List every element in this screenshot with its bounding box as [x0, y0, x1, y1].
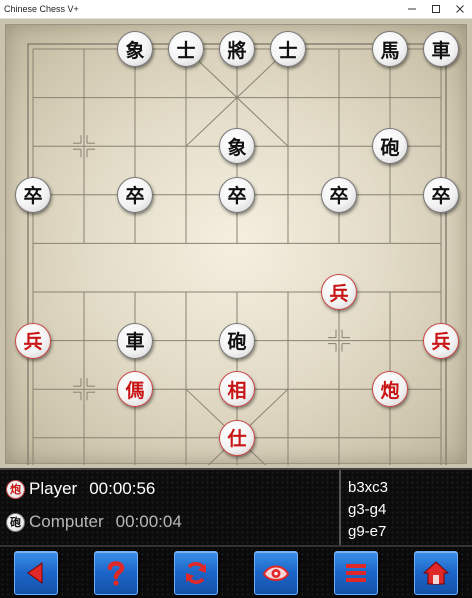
black-piece[interactable]: 將	[219, 31, 255, 67]
rotate-board-button[interactable]	[174, 550, 218, 595]
red-piece[interactable]: 兵	[15, 322, 51, 359]
menu-icon	[346, 563, 366, 582]
board-frame: 象士將士馬車象砲卒卒卒卒卒兵兵車砲兵傌相炮仕俥帥仕相傌俥	[0, 19, 472, 505]
red-piece[interactable]: 相	[219, 371, 255, 408]
menu-button[interactable]	[334, 550, 378, 595]
back-button[interactable]	[14, 550, 58, 595]
home-icon	[422, 560, 450, 584]
black-piece[interactable]: 士	[168, 31, 204, 67]
black-piece[interactable]: 馬	[372, 31, 408, 67]
player-row: 炮 Player 00:00:56	[6, 479, 155, 499]
maximize-icon[interactable]	[424, 0, 448, 19]
window-title: Chinese Chess V+	[4, 4, 79, 14]
black-piece[interactable]: 卒	[219, 176, 255, 213]
black-piece[interactable]: 砲	[219, 322, 255, 359]
black-piece[interactable]: 車	[423, 31, 459, 67]
red-piece[interactable]: 兵	[321, 274, 357, 310]
computer-timer: 00:00:04	[115, 512, 182, 531]
view-button[interactable]	[254, 550, 298, 595]
player-timer: 00:00:56	[89, 479, 156, 498]
rotate-icon	[186, 561, 206, 584]
red-piece[interactable]: 傌	[117, 371, 153, 408]
red-piece[interactable]: 炮	[372, 371, 408, 408]
black-piece[interactable]: 砲	[372, 128, 408, 165]
player-piece-icon: 炮	[6, 479, 25, 499]
computer-name: Computer	[29, 512, 104, 531]
computer-piece-icon: 砲	[6, 512, 25, 532]
move-item[interactable]: b3xc3	[348, 477, 472, 499]
eye-icon	[262, 565, 290, 581]
minimize-icon[interactable]	[400, 0, 424, 19]
move-list[interactable]: b3xc3 g3-g4 g9-e7	[339, 470, 472, 545]
home-button[interactable]	[414, 550, 458, 595]
move-item[interactable]: g9-e7	[348, 521, 472, 543]
info-panel: 炮 Player 00:00:56 砲 Computer 00:00:04 b3…	[0, 468, 472, 545]
red-piece[interactable]: 兵	[423, 322, 459, 359]
black-piece[interactable]: 車	[117, 322, 153, 359]
red-piece[interactable]: 仕	[219, 419, 255, 456]
players-panel: 炮 Player 00:00:56 砲 Computer 00:00:04	[0, 470, 338, 545]
black-piece[interactable]: 士	[270, 31, 306, 67]
black-piece[interactable]: 卒	[117, 176, 153, 213]
chess-board[interactable]: 象士將士馬車象砲卒卒卒卒卒兵兵車砲兵傌相炮仕俥帥仕相傌俥	[5, 24, 467, 505]
black-piece[interactable]: 象	[117, 31, 153, 67]
computer-row: 砲 Computer 00:00:04	[6, 512, 182, 532]
black-piece[interactable]: 卒	[423, 176, 459, 213]
black-piece[interactable]: 卒	[321, 176, 357, 213]
back-triangle-icon	[27, 561, 43, 584]
player-name: Player	[29, 479, 78, 498]
move-item[interactable]: g3-g4	[348, 499, 472, 521]
black-piece[interactable]: 卒	[15, 176, 51, 213]
hint-button[interactable]	[94, 550, 138, 595]
toolbar	[0, 545, 472, 598]
question-mark-icon	[107, 560, 125, 586]
black-piece[interactable]: 象	[219, 128, 255, 165]
close-icon[interactable]	[448, 0, 472, 19]
title-bar: Chinese Chess V+	[0, 0, 472, 19]
